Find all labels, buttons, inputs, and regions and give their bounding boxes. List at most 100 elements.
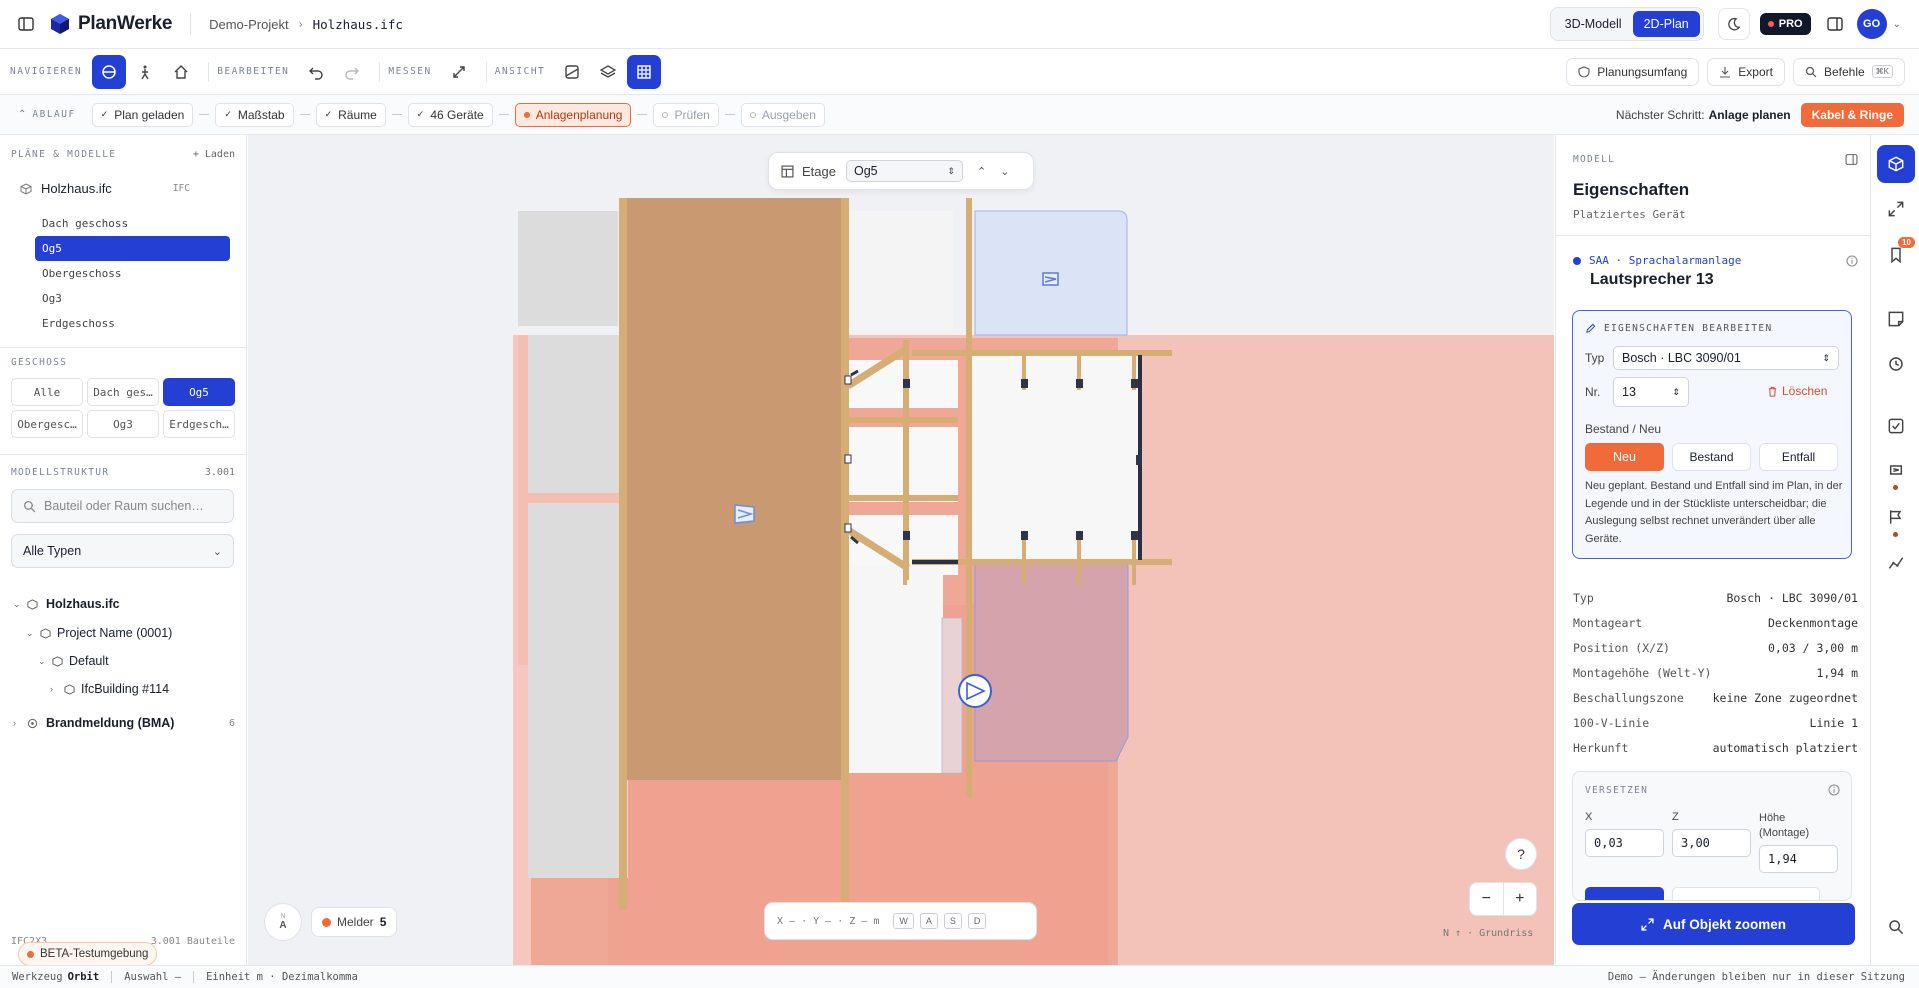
panel-toggle-icon[interactable] [1826, 16, 1843, 32]
export-button[interactable]: Export [1707, 57, 1785, 86]
geschoss-button[interactable]: Dach ges… [87, 378, 159, 406]
layers-button[interactable] [591, 55, 625, 89]
chevron-down-icon[interactable]: ⌄ [1893, 19, 1901, 30]
chevron-down-icon[interactable]: ⌄ [1000, 165, 1009, 178]
notes-button[interactable] [1888, 311, 1904, 330]
z-input[interactable]: 3,00 [1672, 829, 1751, 857]
property-row: Position (X/Z) 0,03 / 3,00 m [1573, 640, 1858, 655]
redo-button[interactable] [335, 55, 369, 89]
scope-button[interactable]: Planungsumfang [1566, 57, 1700, 86]
user-avatar[interactable]: GO [1856, 9, 1887, 39]
zoom-to-object-button[interactable]: Auf Objekt zoomen [1572, 903, 1855, 945]
status-existing-button[interactable]: Bestand [1672, 443, 1751, 471]
home-view-button[interactable] [164, 55, 198, 89]
shield-icon [1578, 65, 1590, 78]
view-3d-button[interactable]: 3D-Modell [1554, 11, 1633, 37]
cube-icon [40, 627, 51, 639]
key-s[interactable]: S [943, 913, 962, 929]
zoom-in-button[interactable]: + [1504, 890, 1537, 908]
panel-collapse-icon[interactable] [1845, 153, 1858, 166]
model-panel-button[interactable] [1877, 145, 1915, 183]
geschoss-button[interactable]: Obergesc… [11, 410, 83, 438]
geschoss-button-selected[interactable]: Og5 [163, 378, 235, 406]
help-button[interactable]: ? [1505, 838, 1537, 870]
route-tool-button[interactable] [1888, 555, 1904, 574]
history-button[interactable] [1888, 356, 1904, 375]
expand-rail-button[interactable] [1888, 201, 1904, 220]
theme-toggle-button[interactable] [1717, 8, 1750, 40]
grid-view-button[interactable] [627, 54, 662, 89]
checklist-button[interactable] [1888, 418, 1904, 437]
compass[interactable]: N A [264, 903, 302, 941]
type-filter-select[interactable]: Alle Typen ⌄ [11, 534, 234, 568]
geschoss-button[interactable]: Erdgesch… [163, 410, 235, 438]
view-2d-button[interactable]: 2D-Plan [1632, 11, 1700, 37]
tree-node-default[interactable]: ⌄ Default [38, 654, 109, 668]
key-d[interactable]: D [967, 913, 987, 929]
tree-node-bma[interactable]: › Brandmeldung (BMA) 6 [13, 716, 235, 730]
step-plan-loaded[interactable]: ✓ Plan geladen [91, 102, 194, 127]
step-rooms[interactable]: ✓ Räume [315, 102, 386, 127]
pro-badge[interactable]: PRO [1759, 13, 1811, 35]
commands-button[interactable]: Befehle ⌘K [1792, 57, 1905, 86]
info-icon[interactable] [1846, 255, 1858, 267]
delete-button[interactable]: Löschen [1767, 384, 1827, 398]
expand-icon [1888, 201, 1904, 217]
beta-badge[interactable]: BETA-Testumgebung [18, 942, 158, 966]
floor-item[interactable]: Og3 [35, 286, 230, 311]
key-a[interactable]: A [919, 913, 938, 929]
floor-plan-drawing[interactable] [248, 135, 1554, 965]
compass-icon: A [279, 919, 287, 931]
orbit-tool-button[interactable] [92, 54, 127, 89]
x-input[interactable]: 0,03 [1585, 829, 1664, 857]
cables-rings-button[interactable]: Kabel & Ringe [1800, 102, 1904, 127]
bookmarks-button[interactable]: 10 [1888, 237, 1915, 266]
status-removed-button[interactable]: Entfall [1759, 443, 1838, 471]
tree-node-project[interactable]: ⌄ Project Name (0001) [26, 626, 172, 640]
height-input[interactable]: 1,94 [1759, 845, 1838, 873]
detector-counter[interactable]: Melder 5 [311, 907, 398, 937]
tree-node-root[interactable]: ⌄ Holzhaus.ifc [13, 597, 120, 611]
step-devices[interactable]: ✓ 46 Geräte [407, 102, 493, 127]
step-system-planning[interactable]: Anlagenplanung [514, 102, 632, 127]
step-scale[interactable]: ✓ Maßstab [215, 102, 294, 127]
chevron-up-icon[interactable]: ⌃ [977, 165, 986, 178]
type-select[interactable]: Bosch · LBC 3090/01 ⇕ [1613, 346, 1839, 370]
floor-item[interactable]: Obergeschoss [35, 261, 230, 286]
plan-canvas[interactable]: Etage Og5 ⇕ ⌃ ⌄ N A Melder 5 X — · Y — ·… [248, 135, 1554, 965]
geschoss-button[interactable]: Og3 [87, 410, 159, 438]
load-button[interactable]: + Laden [193, 149, 235, 160]
cube-icon [64, 683, 75, 695]
flow-label: ABLAUF [32, 109, 76, 120]
speaker-tool-button[interactable] [1888, 462, 1904, 481]
tree-node-building[interactable]: › IfcBuilding #114 [50, 682, 169, 696]
rail-search-button[interactable] [1888, 919, 1904, 938]
status-new-button[interactable]: Neu [1585, 443, 1664, 471]
floor-item-selected[interactable]: Og5 [35, 236, 230, 261]
flag-tool-button[interactable] [1888, 509, 1904, 528]
floor-item[interactable]: Dach geschoss [35, 211, 230, 236]
undo-button[interactable] [299, 55, 333, 89]
component-search[interactable]: Bauteil oder Raum suchen… [11, 489, 234, 523]
trash-icon [1768, 386, 1777, 397]
geschoss-all-button[interactable]: Alle [11, 378, 83, 406]
measure-tool-button[interactable] [442, 55, 476, 89]
step-check[interactable]: Prüfen [653, 102, 719, 127]
sidebar-toggle-icon[interactable] [18, 16, 34, 32]
step-output[interactable]: Ausgeben [740, 102, 825, 127]
floor-select[interactable]: Og5 ⇕ [845, 160, 963, 182]
chevron-right-icon: › [50, 684, 53, 694]
plans-section-title: PLÄNE & MODELLE [11, 149, 117, 160]
key-w[interactable]: W [893, 913, 914, 929]
number-stepper[interactable]: 13 ⇕ [1613, 377, 1689, 407]
info-icon[interactable] [1828, 784, 1840, 796]
zoom-out-button[interactable]: − [1470, 890, 1503, 908]
breadcrumb-project[interactable]: Demo-Projekt [209, 17, 288, 32]
selected-zone [974, 562, 1129, 762]
walk-tool-button[interactable] [128, 55, 162, 89]
floor-item[interactable]: Erdgeschoss [35, 311, 230, 336]
section-view-button[interactable] [555, 55, 589, 89]
chevron-up-icon[interactable]: ⌃ [18, 109, 26, 120]
file-item[interactable]: Holzhaus.ifc IFC [20, 181, 190, 196]
search-icon [23, 500, 36, 512]
